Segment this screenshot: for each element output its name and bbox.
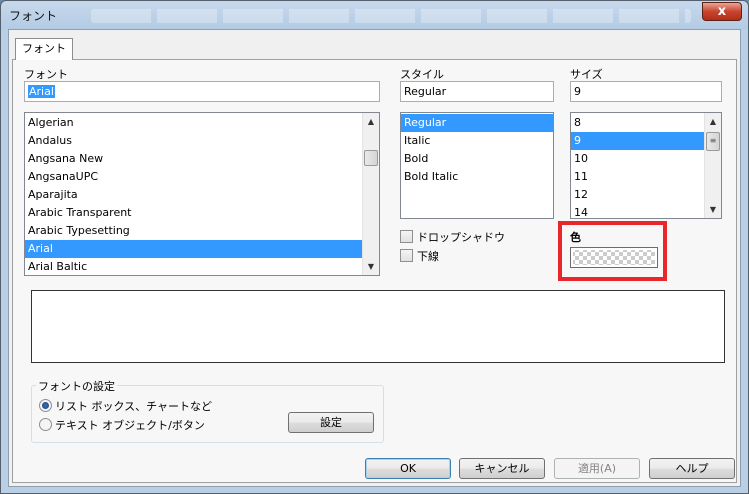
style-input[interactable]: Regular [400, 81, 554, 102]
font-name-value: Arial [28, 85, 55, 98]
help-button[interactable]: ヘルプ [649, 458, 735, 479]
color-picker-button[interactable] [570, 247, 658, 268]
style-list-item[interactable]: Bold [401, 150, 553, 168]
tab-font[interactable]: フォント [15, 38, 73, 60]
drop-shadow-checkbox[interactable] [400, 230, 413, 243]
size-list-item[interactable]: 12 [571, 186, 721, 204]
style-list-items: Regular Italic Bold Bold Italic [401, 113, 553, 186]
size-list-item[interactable]: 8 [571, 114, 721, 132]
font-list-scrollbar[interactable]: ▲ ▼ [362, 113, 379, 275]
radio-list-box-label: リスト ボックス、チャートなど [55, 400, 213, 413]
scroll-down-arrow-icon[interactable]: ▼ [705, 201, 721, 218]
font-label: フォント [24, 68, 68, 81]
close-icon: x [717, 4, 727, 19]
underline-checkbox[interactable] [400, 249, 413, 262]
scroll-up-arrow-icon[interactable]: ▲ [705, 113, 721, 130]
scroll-thumb[interactable] [364, 150, 378, 166]
font-list-item[interactable]: Arial [25, 240, 379, 258]
radio-list-box[interactable] [39, 399, 52, 412]
color-label: 色 [570, 231, 581, 244]
font-listbox[interactable]: Algerian Andalus Angsana New AngsanaUPC Apar… [24, 112, 380, 276]
window-title: フォント [9, 9, 58, 23]
radio-text-object[interactable] [39, 418, 52, 431]
radio-text-object-label: テキスト オブジェクト/ボタン [55, 419, 205, 432]
font-list-item[interactable]: Arial Baltic [25, 258, 379, 275]
cancel-button[interactable]: キャンセル [459, 458, 545, 479]
font-list-item[interactable]: Arabic Typesetting [25, 222, 379, 240]
font-list-item[interactable]: AngsanaUPC [25, 168, 379, 186]
ok-button[interactable]: OK [365, 458, 451, 479]
size-list-items: 8 9 10 11 12 14 [571, 113, 721, 218]
background-tabs-ghost [91, 9, 691, 23]
scroll-thumb[interactable]: ≡ [706, 132, 720, 151]
size-list-scrollbar[interactable]: ▲ ≡ ▼ [704, 113, 721, 218]
size-list-item[interactable]: 11 [571, 168, 721, 186]
underline-label: 下線 [417, 250, 439, 263]
size-list-item[interactable]: 14 [571, 204, 721, 218]
close-button[interactable]: x [702, 2, 742, 21]
size-list-item[interactable]: 9 [571, 132, 721, 150]
size-label: サイズ [570, 68, 603, 81]
font-list-item[interactable]: Andalus [25, 132, 379, 150]
size-input[interactable]: 9 [570, 81, 722, 102]
font-preview-box [31, 290, 725, 363]
font-list-items: Algerian Andalus Angsana New AngsanaUPC Apar… [25, 113, 379, 275]
font-list-item[interactable]: Aparajita [25, 186, 379, 204]
apply-button[interactable]: 適用(A) [554, 458, 640, 479]
drop-shadow-label: ドロップシャドウ [417, 231, 505, 244]
font-list-item[interactable]: Algerian [25, 114, 379, 132]
style-list-item[interactable]: Italic [401, 132, 553, 150]
font-tab-panel: フォント Arial Algerian Andalus Angsana New Ang… [12, 59, 737, 483]
font-name-input[interactable]: Arial [24, 81, 380, 102]
style-label: スタイル [400, 68, 444, 81]
size-listbox[interactable]: 8 9 10 11 12 14 ▲ ≡ ▼ [570, 112, 722, 219]
dialog-client-area: フォント フォント Arial Algerian Andalus Angsana N… [8, 29, 741, 487]
style-list-item[interactable]: Bold Italic [401, 168, 553, 186]
font-list-item[interactable]: Angsana New [25, 150, 379, 168]
font-dialog: フォント x フォント フォント Arial Algerian Andalus An… [0, 0, 749, 494]
size-list-item[interactable]: 10 [571, 150, 721, 168]
style-listbox[interactable]: Regular Italic Bold Bold Italic [400, 112, 554, 219]
scroll-down-arrow-icon[interactable]: ▼ [363, 258, 379, 275]
settings-button[interactable]: 設定 [288, 412, 374, 433]
font-list-item[interactable]: Arabic Transparent [25, 204, 379, 222]
scroll-up-arrow-icon[interactable]: ▲ [363, 113, 379, 130]
font-settings-title: フォントの設定 [36, 378, 117, 394]
title-bar[interactable]: フォント x [1, 1, 748, 29]
style-list-item[interactable]: Regular [401, 114, 553, 132]
